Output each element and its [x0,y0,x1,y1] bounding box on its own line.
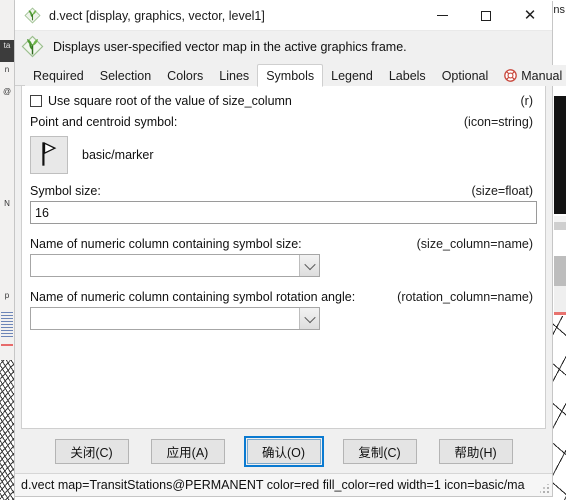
background-left-map-hatching [0,360,14,500]
sqrt-checkbox-row: Use square root of the value of size_col… [30,90,537,112]
rotation-column-dropdown-button[interactable] [299,308,319,329]
symbol-label: Point and centroid symbol: [30,115,178,129]
tab-colors[interactable]: Colors [159,65,212,86]
background-left-tab: @ [0,86,14,106]
size-column-hint: (size_column=name) [416,237,533,251]
sqrt-size-hint: (r) [520,94,534,108]
dvect-dialog: d.vect [display, graphics, vector, level… [14,1,566,497]
symbol-size-input[interactable] [30,201,537,224]
tab-label: Labels [388,68,426,83]
background-right-map-lines [552,316,566,500]
grass-logo-icon [21,35,44,58]
rotation-column-label-row: Name of numeric column containing symbol… [30,287,537,307]
dialog-button-bar: 关闭(C) 应用(A) 确认(O) 复制(C) 帮助(H) [15,429,552,473]
rotation-column-value [31,308,299,329]
tab-symbols[interactable]: Symbols [257,64,324,87]
description-text: Displays user-specified vector map in th… [53,39,407,54]
background-left-tab: p [0,290,14,308]
background-right-grey-block [554,216,566,312]
apply-button[interactable]: 应用(A) [150,438,225,464]
tab-manual[interactable]: Manual [496,65,566,86]
background-left-tab: ta [0,40,14,62]
tab-label: Colors [167,68,204,83]
tab-required[interactable]: Required [25,65,92,86]
minimize-button[interactable] [420,1,464,30]
tab-label: Legend [331,68,373,83]
tab-labels[interactable]: Labels [380,65,434,86]
size-column-label: Name of numeric column containing symbol… [30,237,302,251]
background-left-panel: ta n @ N p [0,0,15,500]
tab-label: Manual [521,68,563,83]
close-button[interactable]: 关闭(C) [54,438,129,464]
ok-button[interactable]: 确认(O) [243,435,324,467]
flag-marker-icon [39,141,59,170]
symbols-tab-panel: Use square root of the value of size_col… [21,86,546,429]
symbol-size-hint: (size=float) [471,184,533,198]
background-left-tab: N [0,198,14,216]
maximize-icon [481,10,491,21]
minimize-icon [436,15,448,16]
lifebuoy-icon [504,69,518,82]
tab-label: Lines [219,68,250,83]
tab-lines[interactable]: Lines [211,65,258,86]
symbol-picker-row: basic/marker [30,133,537,177]
size-column-combobox[interactable] [30,254,320,277]
symbol-picker-button[interactable] [30,136,68,174]
background-left-tab: n [0,64,14,84]
status-bar: d.vect map=TransitStations@PERMANENT col… [15,473,552,496]
rotation-column-hint: (rotation_column=name) [397,290,533,304]
maximize-button[interactable] [464,1,508,30]
resize-grip[interactable] [540,484,550,494]
tab-label: Optional [441,68,489,83]
sqrt-size-label: Use square root of the value of size_col… [48,94,292,108]
tab-optional[interactable]: Optional [433,65,497,86]
symbol-label-row: Point and centroid symbol: (icon=string) [30,112,537,132]
description-bar: Displays user-specified vector map in th… [15,31,552,62]
tab-selection[interactable]: Selection [91,65,160,86]
close-icon: ✕ [523,7,537,24]
background-left-red-line [1,344,13,346]
command-status-text: d.vect map=TransitStations@PERMANENT col… [21,478,525,492]
rotation-column-combobox[interactable] [30,307,320,330]
size-column-dropdown-button[interactable] [299,255,319,276]
symbol-value: basic/marker [82,148,154,162]
size-column-label-row: Name of numeric column containing symbol… [30,234,537,254]
size-column-value [31,255,299,276]
tab-label: Selection [99,68,152,83]
window-title: d.vect [display, graphics, vector, level… [49,8,265,23]
sqrt-size-checkbox[interactable] [30,95,42,107]
symbol-hint: (icon=string) [463,115,533,129]
tab-bar: Required Selection Colors Lines Symbols … [15,62,566,87]
symbol-size-label-row: Symbol size: (size=float) [30,181,537,201]
background-right-label: ns [553,4,565,16]
help-button[interactable]: 帮助(H) [438,438,513,464]
tab-legend[interactable]: Legend [323,65,381,86]
copy-button[interactable]: 复制(C) [342,438,417,464]
background-left-legend-lines [1,312,13,338]
background-right-dark-block [554,96,566,214]
window-controls: ✕ [420,1,552,30]
tab-label: Required [33,68,84,83]
rotation-column-label: Name of numeric column containing symbol… [30,290,356,304]
title-bar: d.vect [display, graphics, vector, level… [15,1,552,31]
tab-label: Symbols [266,68,315,83]
grass-logo-icon [24,7,41,24]
close-window-button[interactable]: ✕ [508,1,552,30]
chevron-down-icon [303,258,316,270]
chevron-down-icon [303,311,316,323]
symbol-size-label: Symbol size: [30,184,101,198]
background-right-red-line [554,312,566,315]
